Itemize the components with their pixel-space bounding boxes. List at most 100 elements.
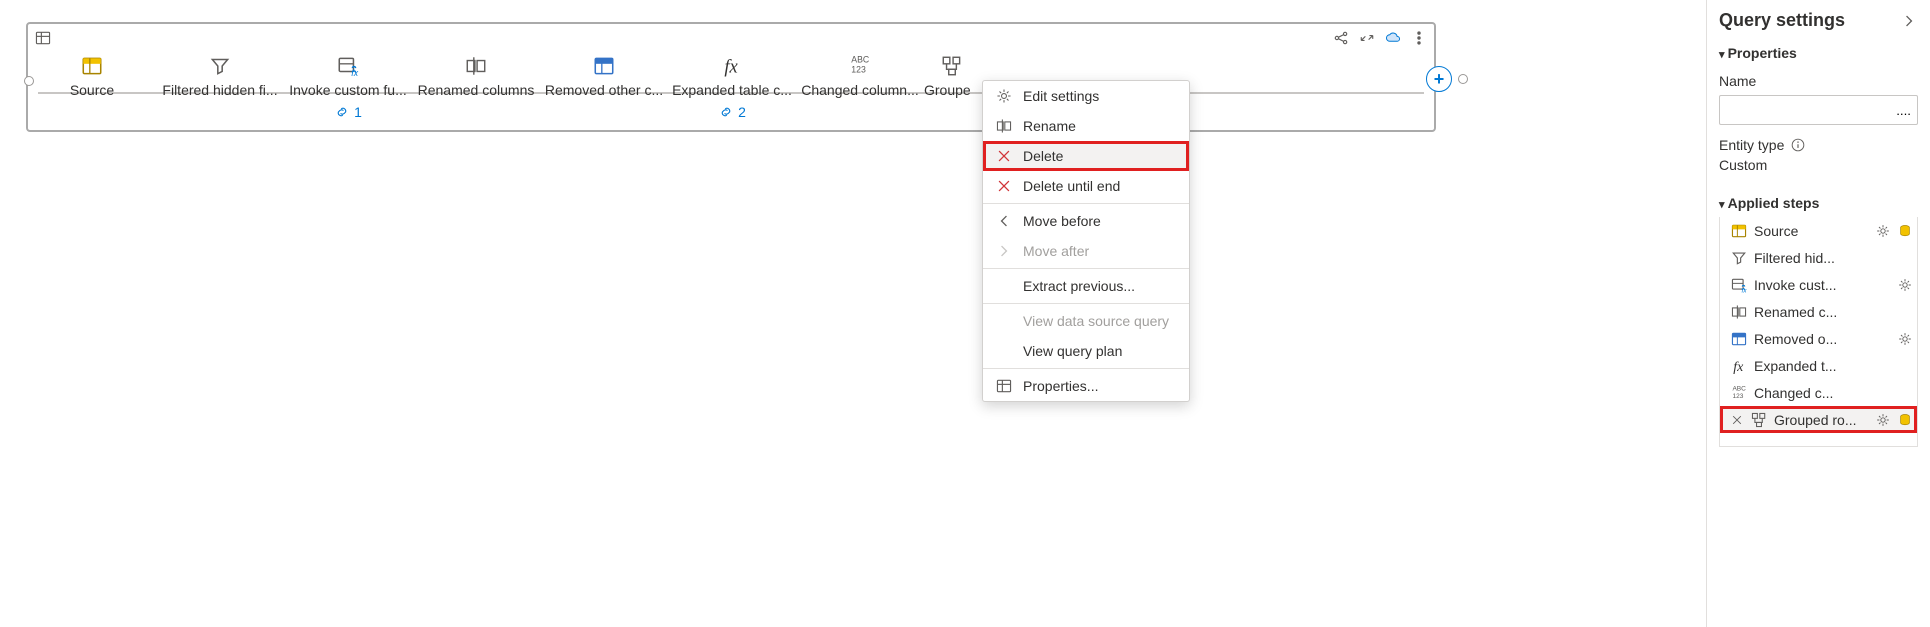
menu-edit-settings[interactable]: Edit settings xyxy=(983,81,1189,111)
applied-step-changed[interactable]: Changed c... xyxy=(1720,379,1917,406)
fx-icon xyxy=(719,54,745,78)
menu-properties[interactable]: Properties... xyxy=(983,371,1189,401)
menu-label: Rename xyxy=(1023,118,1076,134)
step-label: Groupe xyxy=(924,82,980,98)
gear-icon[interactable] xyxy=(1875,223,1891,239)
applied-steps-section[interactable]: Applied steps xyxy=(1719,195,1918,211)
chevron-right-icon[interactable] xyxy=(1900,12,1918,30)
gear-icon xyxy=(995,87,1013,105)
table-icon xyxy=(34,29,52,47)
step-renamed[interactable]: Renamed columns xyxy=(412,54,540,98)
menu-delete[interactable]: Delete xyxy=(983,141,1189,171)
menu-move-before[interactable]: Move before xyxy=(983,206,1189,236)
step-label: Renamed c... xyxy=(1754,304,1837,320)
applied-step-removed[interactable]: Removed o... xyxy=(1720,325,1917,352)
fx-icon xyxy=(1730,357,1748,375)
applied-step-filtered[interactable]: Filtered hid... xyxy=(1720,244,1917,271)
step-invoke[interactable]: Invoke custom fu... 1 xyxy=(284,54,412,120)
rename-icon xyxy=(1730,303,1748,321)
menu-label: View query plan xyxy=(1023,343,1122,359)
panel-title: Query settings xyxy=(1719,10,1845,31)
rename-icon xyxy=(995,117,1013,135)
info-icon[interactable] xyxy=(1790,137,1806,153)
applied-step-renamed[interactable]: Renamed c... xyxy=(1720,298,1917,325)
step-label: Expanded table c... xyxy=(668,82,796,98)
entity-type-label: Entity type xyxy=(1719,137,1784,153)
step-label: Filtered hidden fi... xyxy=(156,82,284,98)
database-icon xyxy=(1897,412,1913,428)
entity-type-value: Custom xyxy=(1719,157,1918,173)
share-icon[interactable] xyxy=(1332,29,1350,47)
menu-label: View data source query xyxy=(1023,313,1169,329)
source-icon xyxy=(79,54,105,78)
rename-icon xyxy=(463,54,489,78)
table-fx-icon xyxy=(335,54,361,78)
step-removed[interactable]: Removed other c... xyxy=(540,54,668,98)
menu-view-query-plan[interactable]: View query plan xyxy=(983,336,1189,366)
menu-delete-until-end[interactable]: Delete until end xyxy=(983,171,1189,201)
gear-icon[interactable] xyxy=(1897,331,1913,347)
cloud-icon[interactable] xyxy=(1384,29,1402,47)
table-blue-icon xyxy=(1730,330,1748,348)
step-label: Removed o... xyxy=(1754,331,1837,347)
gear-icon[interactable] xyxy=(1875,412,1891,428)
applied-step-source[interactable]: Source xyxy=(1720,217,1917,244)
link-count: 2 xyxy=(738,104,746,120)
menu-label: Properties... xyxy=(1023,378,1098,394)
step-label: Changed c... xyxy=(1754,385,1833,401)
step-label: Invoke custom fu... xyxy=(284,82,412,98)
query-settings-panel: Query settings Properties Name Entity ty… xyxy=(1706,0,1930,627)
group-icon xyxy=(939,54,965,78)
filter-icon xyxy=(1730,249,1748,267)
step-label: Invoke cust... xyxy=(1754,277,1836,293)
menu-rename[interactable]: Rename xyxy=(983,111,1189,141)
step-source[interactable]: Source xyxy=(28,54,156,98)
more-icon[interactable] xyxy=(1410,29,1428,47)
close-icon[interactable] xyxy=(1730,413,1744,427)
step-filtered[interactable]: Filtered hidden fi... xyxy=(156,54,284,98)
table-blue-icon xyxy=(591,54,617,78)
step-expanded[interactable]: Expanded table c... 2 xyxy=(668,54,796,120)
menu-label: Delete until end xyxy=(1023,178,1120,194)
menu-move-after: Move after xyxy=(983,236,1189,266)
table-icon xyxy=(995,377,1013,395)
table-fx-icon xyxy=(1730,276,1748,294)
chevron-left-icon xyxy=(995,212,1013,230)
step-label: Removed other c... xyxy=(540,82,668,98)
step-changed[interactable]: Changed column... xyxy=(796,54,924,98)
abc123-icon xyxy=(1730,384,1748,402)
filter-icon xyxy=(207,54,233,78)
gear-icon[interactable] xyxy=(1897,277,1913,293)
applied-steps-list: Source Filtered hid... Invoke cust... Re… xyxy=(1719,217,1918,447)
collapse-icon[interactable] xyxy=(1358,29,1376,47)
delete-icon xyxy=(995,147,1013,165)
abc123-icon xyxy=(847,54,873,78)
name-input[interactable] xyxy=(1719,95,1918,125)
menu-view-data-source-query: View data source query xyxy=(983,306,1189,336)
applied-step-grouped[interactable]: Grouped ro... xyxy=(1720,406,1917,433)
menu-label: Move before xyxy=(1023,213,1101,229)
step-context-menu: Edit settings Rename Delete Delete until… xyxy=(982,80,1190,402)
step-label: Expanded t... xyxy=(1754,358,1837,374)
menu-label: Delete xyxy=(1023,148,1063,164)
source-icon xyxy=(1730,222,1748,240)
menu-extract-previous[interactable]: Extract previous... xyxy=(983,271,1189,301)
delete-icon xyxy=(995,177,1013,195)
step-label: Renamed columns xyxy=(412,82,540,98)
link-icon xyxy=(718,104,734,120)
step-label: Changed column... xyxy=(796,82,924,98)
name-label: Name xyxy=(1719,73,1756,89)
step-label: Source xyxy=(1754,223,1798,239)
properties-section[interactable]: Properties xyxy=(1719,45,1918,61)
chevron-right-icon xyxy=(995,242,1013,260)
step-grouped[interactable]: Groupe xyxy=(924,54,980,98)
link-icon xyxy=(334,104,350,120)
step-label: Filtered hid... xyxy=(1754,250,1835,266)
group-icon xyxy=(1750,411,1768,429)
output-port[interactable] xyxy=(1458,74,1468,84)
applied-step-invoke[interactable]: Invoke cust... xyxy=(1720,271,1917,298)
menu-label: Edit settings xyxy=(1023,88,1099,104)
database-icon xyxy=(1897,223,1913,239)
menu-label: Extract previous... xyxy=(1023,278,1135,294)
applied-step-expanded[interactable]: Expanded t... xyxy=(1720,352,1917,379)
